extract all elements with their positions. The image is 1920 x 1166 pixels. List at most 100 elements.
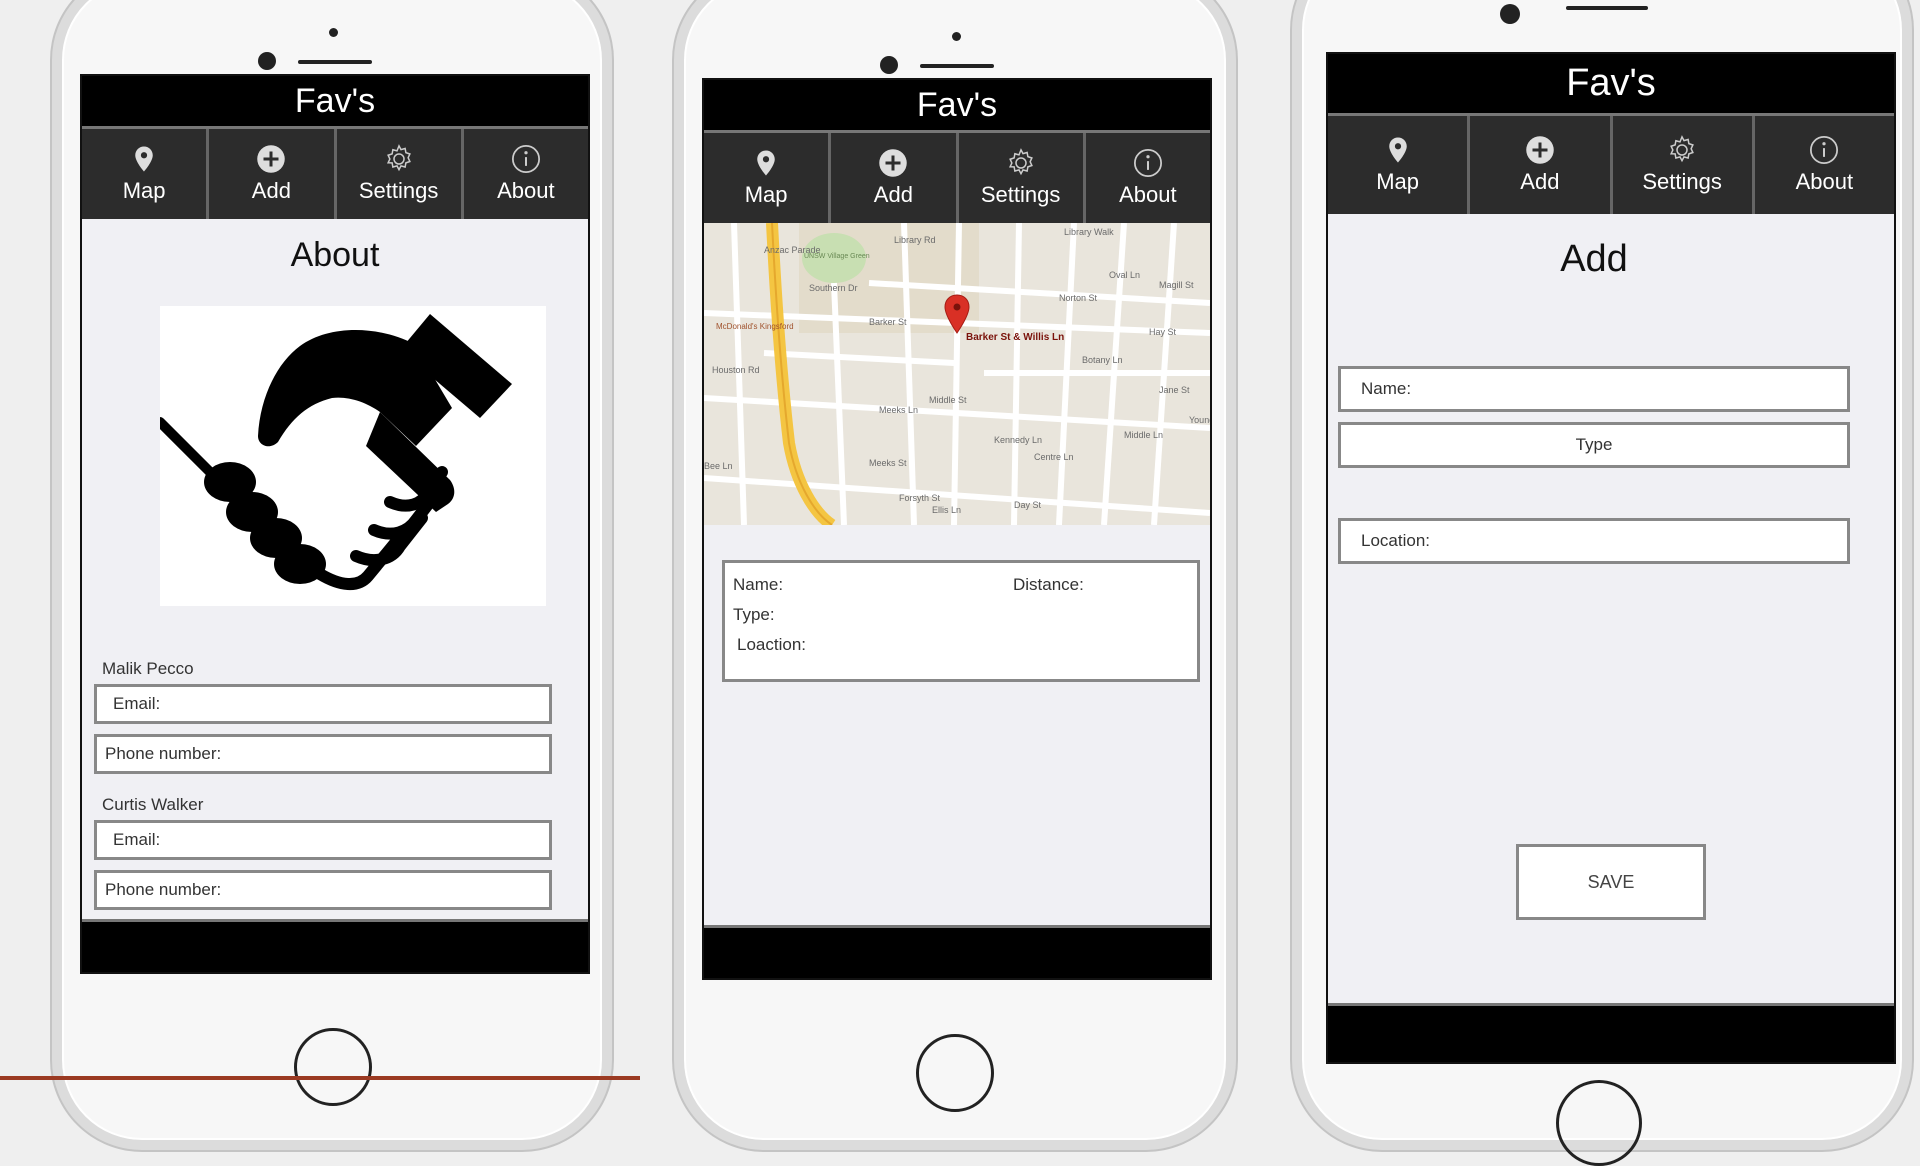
nav-settings[interactable]: Settings — [959, 133, 1086, 223]
type-field[interactable]: Type — [1338, 422, 1850, 468]
map-label-5: Oval Ln — [1109, 270, 1140, 280]
page-title: About — [290, 236, 380, 274]
map-label-24: Day St — [1014, 500, 1042, 510]
map-label-10: McDonald's Kingsford — [716, 322, 794, 331]
front-camera — [880, 56, 898, 74]
bottom-bar — [1328, 1003, 1894, 1062]
nav-map-label: Map — [1376, 169, 1420, 194]
nav-map-label: Map — [122, 178, 166, 203]
nav-settings[interactable]: Settings — [1613, 116, 1755, 214]
nav-map[interactable]: Map — [704, 133, 832, 223]
map-label-9: Hay St — [1149, 327, 1177, 337]
bottom-bar — [704, 925, 1210, 978]
name-field[interactable]: Name: — [1338, 366, 1850, 412]
save-button-label: SAVE — [1587, 871, 1635, 892]
map-label-17: Botany Ln — [1082, 355, 1123, 365]
nav-add[interactable]: Add — [209, 129, 337, 219]
location-label: Loaction: — [737, 635, 806, 654]
plus-circle-icon — [1526, 136, 1554, 164]
map-label-15: Kennedy Ln — [994, 435, 1042, 445]
info-icon — [1810, 136, 1839, 164]
phone-field-2[interactable]: Phone number: — [94, 870, 552, 910]
nav-about-label: About — [497, 178, 555, 203]
phone-field-2-placeholder: Phone number: — [105, 880, 222, 899]
save-button[interactable]: SAVE — [1516, 844, 1706, 920]
place-info-card: Name: Distance: Type: Loaction: — [722, 560, 1200, 682]
app-title: Fav's — [1566, 62, 1656, 104]
gear-icon — [1008, 148, 1033, 176]
phone-map: Fav's Map Add Settings About Library Rd … — [674, 0, 1236, 1150]
phone-about: Fav's Map Add Settings About About Malik… — [52, 0, 612, 1150]
type-label: Type: — [733, 605, 775, 624]
nav-bar: Map Add Settings About — [82, 129, 588, 219]
contact-name-2: Curtis Walker — [102, 795, 204, 814]
map-label-6: Magill St — [1159, 280, 1194, 290]
nav-map[interactable]: Map — [1328, 116, 1471, 214]
map-label-11: Houston Rd — [712, 365, 760, 375]
map-label-12: Anzac Parade — [764, 245, 821, 255]
gear-icon — [1670, 135, 1695, 163]
map-label-25: Young St — [1189, 415, 1210, 425]
front-camera — [1500, 4, 1520, 24]
type-field-placeholder: Type — [1575, 435, 1613, 454]
info-icon — [511, 145, 540, 173]
nav-add[interactable]: Add — [1470, 116, 1613, 214]
desk-edge — [0, 1076, 640, 1080]
name-field-placeholder: Name: — [1361, 379, 1412, 398]
earpiece-speaker — [298, 60, 372, 64]
map-label-8: Norton St — [1059, 293, 1098, 303]
plus-circle-icon — [257, 145, 286, 173]
email-field-2-placeholder: Email: — [113, 830, 161, 849]
home-button[interactable] — [1556, 1080, 1642, 1166]
app-title: Fav's — [916, 86, 998, 124]
nav-bar: Map Add Settings About — [704, 133, 1210, 223]
earpiece-speaker — [1566, 6, 1648, 10]
nav-map[interactable]: Map — [82, 129, 210, 219]
nav-about-label: About — [1795, 169, 1854, 194]
nav-about[interactable]: About — [1086, 133, 1210, 223]
email-field-2[interactable]: Email: — [94, 820, 552, 860]
map-label-23: Ellis Ln — [932, 505, 961, 515]
app-title: Fav's — [294, 82, 376, 120]
home-button[interactable] — [294, 1028, 372, 1106]
bottom-bar — [82, 919, 588, 972]
location-field[interactable]: Location: — [1338, 518, 1850, 564]
map-label-14: Meeks St — [869, 458, 907, 468]
screen-map: Fav's Map Add Settings About Library Rd … — [702, 78, 1212, 980]
nav-about-label: About — [1119, 182, 1177, 207]
app-title-bar: Fav's — [82, 76, 588, 129]
nav-add[interactable]: Add — [831, 133, 959, 223]
map-pin-icon — [1388, 137, 1407, 163]
map-label-16: Centre Ln — [1034, 452, 1074, 462]
phone-add: Fav's Map Add Settings About Add Name: T… — [1292, 0, 1912, 1166]
nav-add-label: Add — [1520, 169, 1560, 194]
home-button[interactable] — [916, 1034, 994, 1112]
map-label-1: Library Rd — [894, 235, 936, 245]
map-label-4: Southern Dr — [809, 283, 858, 293]
screen-about: Fav's Map Add Settings About About Malik… — [80, 74, 590, 974]
gear-icon — [386, 144, 411, 172]
info-icon — [1133, 149, 1162, 177]
nav-settings[interactable]: Settings — [337, 129, 464, 219]
nav-add-label: Add — [251, 178, 291, 203]
earpiece-speaker — [920, 64, 994, 68]
map-label-21: Bee Ln — [704, 461, 733, 471]
phone-field-1[interactable]: Phone number: — [94, 734, 552, 774]
nav-about[interactable]: About — [464, 129, 588, 219]
nav-settings-label: Settings — [980, 182, 1061, 207]
street-map: Library Rd Library Walk UNSW Village Gre… — [704, 223, 1210, 525]
plus-circle-icon — [879, 149, 908, 177]
screen-add: Fav's Map Add Settings About Add Name: T… — [1326, 52, 1896, 1064]
map-view[interactable]: Library Rd Library Walk UNSW Village Gre… — [704, 223, 1210, 525]
nav-bar: Map Add Settings About — [1328, 116, 1894, 214]
map-pin-icon — [757, 150, 775, 176]
email-field-1[interactable]: Email: — [94, 684, 552, 724]
map-label-13: Middle St — [929, 395, 967, 405]
nav-about[interactable]: About — [1755, 116, 1894, 214]
app-title-bar: Fav's — [1328, 54, 1894, 116]
front-camera — [258, 52, 276, 70]
map-label-7: Barker St — [869, 317, 907, 327]
nav-settings-label: Settings — [358, 178, 439, 203]
nav-map-label: Map — [744, 182, 788, 207]
name-label: Name: — [733, 575, 784, 594]
